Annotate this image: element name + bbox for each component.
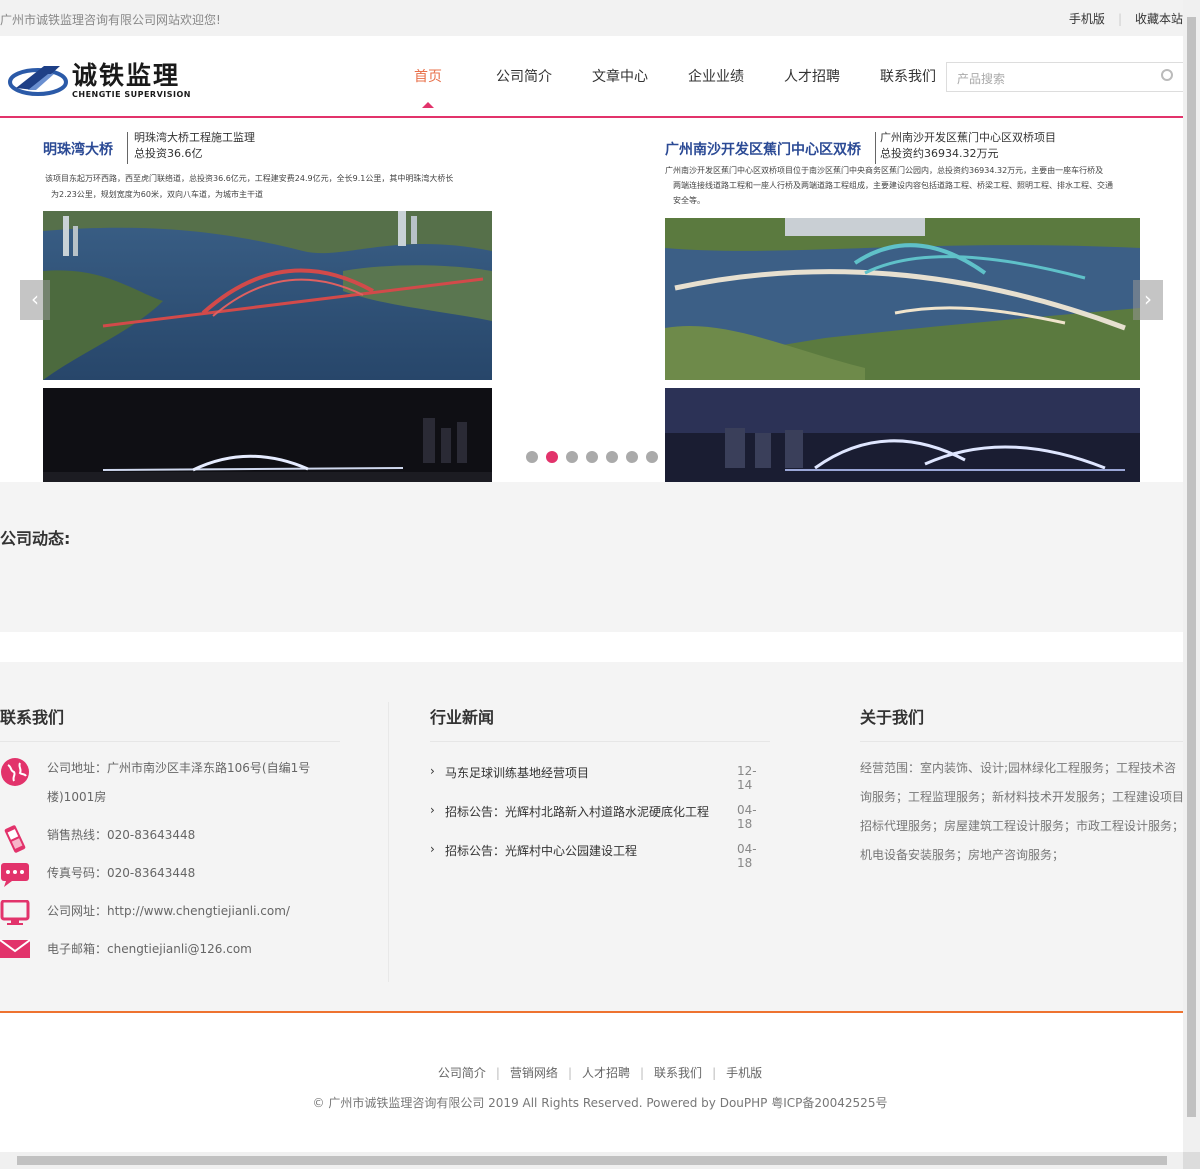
mobile-phone-icon <box>0 824 30 853</box>
address-row: 公司地址：广州市南沙区丰泽东路106号(自编1号楼)1001房 <box>0 754 340 812</box>
slider-dot[interactable] <box>526 451 538 463</box>
footer-link-about[interactable]: 公司简介 <box>438 1066 486 1080</box>
next-slide-button[interactable]: › <box>1133 280 1163 320</box>
logo[interactable]: 诚铁监理 CHENGTIE SUPERVISION <box>8 56 198 104</box>
page: 广州市诚铁监理咨询有限公司网站欢迎您! 手机版 | 收藏本站 诚铁监理 CHEN… <box>0 0 1183 1152</box>
project-subtitle: 明珠湾大桥工程施工监理 <box>134 131 255 144</box>
slider-dot[interactable] <box>626 451 638 463</box>
news-title[interactable]: 马东足球训练基地经营项目 <box>445 764 589 781</box>
project-title: 广州南沙开发区蕉门中心区双桥 <box>665 142 861 158</box>
project-desc-line1: 广州南沙开发区蕉门中心区双桥项目位于南沙区蕉门中央商务区蕉门公园内，总投资约36… <box>665 166 1104 175</box>
scrollbar-corner <box>1183 1152 1200 1169</box>
slider-dot-active[interactable] <box>546 451 558 463</box>
footer-link-mobile[interactable]: 手机版 <box>726 1066 762 1080</box>
nav-item-articles[interactable]: 文章中心 <box>572 66 668 86</box>
slider-dot[interactable] <box>566 451 578 463</box>
twin-bridge-photo-night <box>665 388 1140 482</box>
column-title: 行业新闻 <box>430 708 495 727</box>
company-news-section: 公司动态: <box>0 482 1183 632</box>
project-investment: 总投资约36934.32万元 <box>880 147 999 160</box>
prev-slide-button[interactable]: ‹ <box>20 280 50 320</box>
industry-news-column: 行业新闻 › 马东足球训练基地经营项目 12-14 › 招标公告：光辉村北路新入… <box>430 662 770 1012</box>
address-text: 公司地址：广州市南沙区丰泽东路106号(自编1号楼)1001房 <box>47 761 311 804</box>
footer-nav: 公司简介 | 营销网络 | 人才招聘 | 联系我们 | 手机版 <box>437 1066 763 1080</box>
email-text[interactable]: 电子邮箱：chengtiejianli@126.com <box>47 935 327 964</box>
divider <box>127 132 128 164</box>
news-date: 04-18 <box>737 803 757 831</box>
globe-icon <box>0 757 30 786</box>
project-desc-line3: 安全等。 <box>673 196 705 205</box>
scrollbar-thumb[interactable] <box>17 1156 1167 1165</box>
twin-bridge-photo-day <box>665 218 1140 380</box>
slider-dot[interactable] <box>646 451 658 463</box>
footer-link-network[interactable]: 营销网络 <box>510 1066 558 1080</box>
hotline-text: 销售热线：020-83643448 <box>47 828 196 842</box>
separator: | <box>1117 11 1122 26</box>
project-title: 明珠湾大桥 <box>43 142 113 158</box>
project-subtitle: 广州南沙开发区蕉门中心区双桥项目 <box>880 131 1056 144</box>
active-indicator <box>422 102 434 108</box>
divider <box>430 741 770 742</box>
column-divider <box>388 702 389 982</box>
logo-subtext: CHENGTIE SUPERVISION <box>72 89 191 99</box>
project-investment: 总投资36.6亿 <box>134 147 203 160</box>
footer-link-contact[interactable]: 联系我们 <box>654 1066 702 1080</box>
project-desc-line2: 为2.23公里，规划宽度为60米，双向八车道，为城市主干道 <box>51 190 263 199</box>
nav-item-contact[interactable]: 联系我们 <box>860 66 956 86</box>
slider-pagination <box>526 451 666 463</box>
divider <box>860 741 1183 742</box>
vertical-scrollbar[interactable] <box>1183 0 1200 1152</box>
project-desc-line1: 该项目东起万环西路，西至虎门联络道，总投资36.6亿元，工程建安费24.9亿元，… <box>45 174 454 183</box>
column-title: 关于我们 <box>860 708 925 727</box>
slider-dot[interactable] <box>586 451 598 463</box>
contact-column: 联系我们 公司地址：广州市南沙区丰泽东路106号(自编1号楼)1001房 销售热… <box>0 662 340 1012</box>
top-links: 手机版 | 收藏本站 <box>1069 10 1183 27</box>
divider <box>875 132 876 164</box>
footer-columns: 联系我们 公司地址：广州市南沙区丰泽东路106号(自编1号楼)1001房 销售热… <box>0 662 1183 1012</box>
chat-icon <box>0 862 30 887</box>
news-date: 12-14 <box>737 764 757 792</box>
about-column: 关于我们 经营范围：室内装饰、设计;园林绿化工程服务；工程技术咨询服务；工程监理… <box>860 662 1183 1012</box>
bridge-photo-day <box>43 211 492 380</box>
search-placeholder: 产品搜索 <box>957 72 1006 86</box>
copyright-text: © 广州市诚铁监理咨询有限公司 2019 All Rights Reserved… <box>312 1096 888 1110</box>
mobile-link[interactable]: 手机版 <box>1069 10 1105 27</box>
news-date: 04-18 <box>737 842 757 870</box>
section-title: 公司动态: <box>0 529 71 548</box>
chevron-right-icon: › <box>430 842 435 856</box>
bookmark-link[interactable]: 收藏本站 <box>1135 10 1183 27</box>
website-text[interactable]: 公司网址：http://www.chengtiejianli.com/ <box>47 897 327 926</box>
search-icon[interactable] <box>1161 69 1173 81</box>
news-title[interactable]: 招标公告：光辉村中心公园建设工程 <box>445 842 637 859</box>
site-header: 诚铁监理 CHENGTIE SUPERVISION 首页 公司简介 文章中心 企… <box>0 36 1183 116</box>
welcome-text: 广州市诚铁监理咨询有限公司网站欢迎您! <box>0 13 221 27</box>
banner-slider: 明珠湾大桥 明珠湾大桥工程施工监理 总投资36.6亿 该项目东起万环西路，西至虎… <box>0 118 1183 482</box>
main-nav: 首页 公司简介 文章中心 企业业绩 人才招聘 联系我们 <box>380 66 956 108</box>
page-footer: 公司简介 | 营销网络 | 人才招聘 | 联系我们 | 手机版 © 广州市诚铁监理咨询有限公司 … <box>0 1013 1183 1152</box>
column-title: 联系我们 <box>0 708 65 727</box>
monitor-icon <box>0 899 30 925</box>
top-bar: 广州市诚铁监理咨询有限公司网站欢迎您! 手机版 | 收藏本站 <box>0 0 1183 36</box>
nav-item-about[interactable]: 公司简介 <box>476 66 572 86</box>
nav-item-jobs[interactable]: 人才招聘 <box>764 66 860 86</box>
logo-text: 诚铁监理 <box>72 60 181 90</box>
scrollbar-thumb[interactable] <box>1187 17 1196 1117</box>
chevron-right-icon: › <box>430 764 435 778</box>
slider-dot[interactable] <box>606 451 618 463</box>
search-input[interactable]: 产品搜索 <box>946 62 1183 92</box>
about-text: 经营范围：室内装饰、设计;园林绿化工程服务；工程技术咨询服务；工程监理服务；新材… <box>860 761 1183 862</box>
divider <box>0 741 340 742</box>
envelope-icon <box>0 938 31 962</box>
project-desc-line2: 两端连接线道路工程和一座人行桥及两端道路工程组成，主要建设内容包括道路工程、桥梁… <box>673 181 1113 190</box>
fax-text: 传真号码：020-83643448 <box>47 866 196 880</box>
horizontal-scrollbar[interactable] <box>0 1152 1183 1169</box>
bridge-photo-night <box>43 388 492 482</box>
nav-item-home[interactable]: 首页 <box>380 66 476 108</box>
footer-link-jobs[interactable]: 人才招聘 <box>582 1066 630 1080</box>
chevron-right-icon: › <box>430 803 435 817</box>
nav-item-achievements[interactable]: 企业业绩 <box>668 66 764 86</box>
news-title[interactable]: 招标公告：光辉村北路新入村道路水泥硬底化工程 <box>445 803 709 820</box>
logo-mark-icon <box>8 60 68 100</box>
